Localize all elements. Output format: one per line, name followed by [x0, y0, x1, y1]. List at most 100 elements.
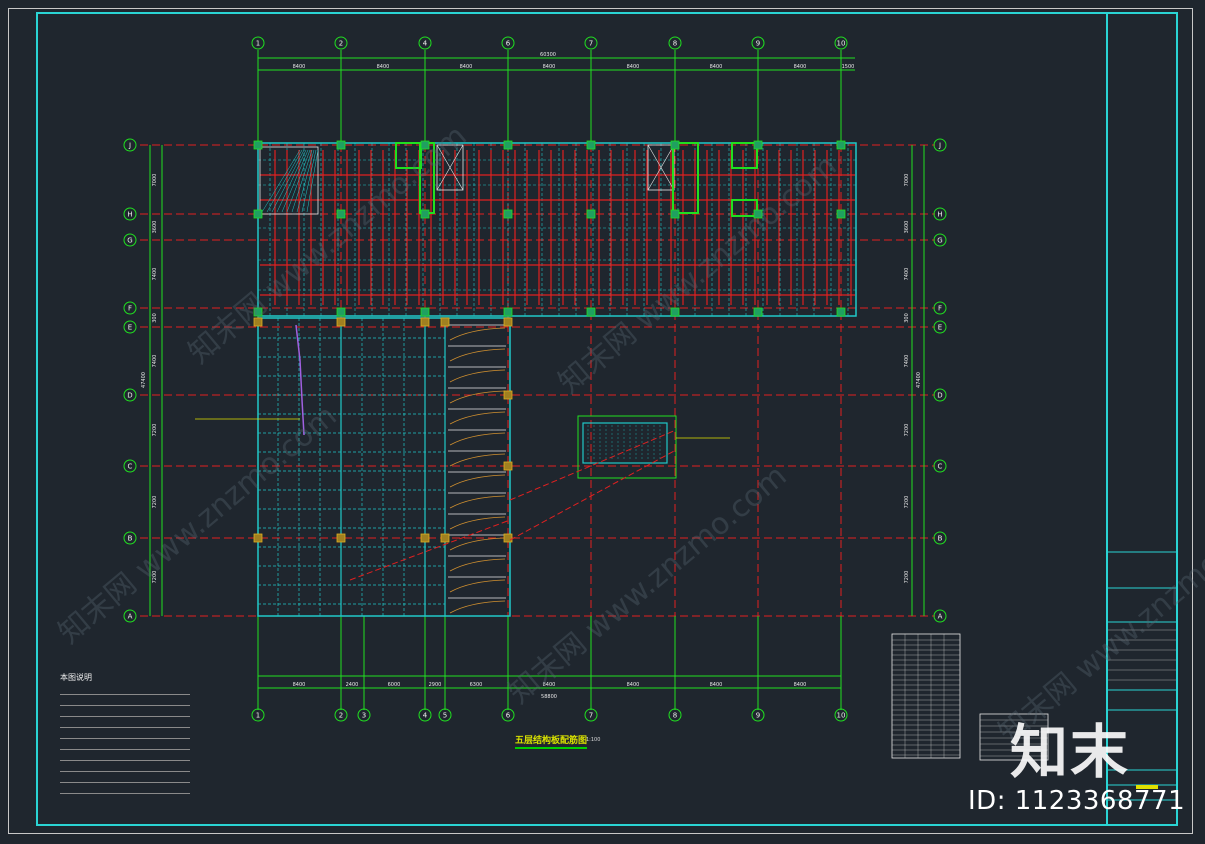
- note-line: [60, 784, 190, 794]
- dimension-label: 1500: [842, 64, 855, 70]
- dimension-label: 6000: [388, 682, 401, 688]
- dimension-label: 7000: [152, 174, 158, 187]
- notes-title: 本图说明: [60, 673, 92, 682]
- ramp-curve: [449, 495, 506, 509]
- lower-slab-outline: [257, 317, 511, 617]
- column: [253, 209, 263, 219]
- dimension-total: 58800: [541, 694, 557, 700]
- stair-hatch: [306, 149, 319, 213]
- dimension-label: 8400: [627, 682, 640, 688]
- ramp-curve: [449, 453, 506, 467]
- dimension-label: 8400: [543, 64, 556, 70]
- dimension-label: 8400: [794, 64, 807, 70]
- shear-wall: [419, 142, 435, 214]
- grid-bubble-bottom-label: 6: [506, 712, 511, 720]
- grid-bubble-right-label: D: [937, 392, 942, 400]
- shear-wall: [672, 142, 699, 214]
- column: [253, 140, 263, 150]
- grid-bubble-right-label: G: [937, 237, 942, 245]
- ramp-curve: [449, 432, 506, 446]
- column: [586, 140, 596, 150]
- grid-bubble-left-label: E: [128, 324, 132, 332]
- dimension-label: 7400: [152, 268, 158, 281]
- upper-slab-outline: [257, 142, 857, 317]
- grid-bubble-left-label: B: [128, 535, 133, 543]
- drawing-title: 五层结构板配筋图: [515, 733, 588, 749]
- opening: [582, 422, 668, 464]
- grid-bubble-right-label: J: [938, 142, 941, 150]
- grid-bubble-right-label: C: [938, 463, 943, 471]
- grid-bubble-left-label: A: [128, 613, 133, 621]
- dimension-total: 47400: [141, 372, 147, 388]
- note-line: [60, 707, 190, 717]
- column: [836, 140, 846, 150]
- rebar-annotation: [295, 324, 305, 436]
- column: [336, 209, 346, 219]
- dimension-label: 7200: [152, 496, 158, 509]
- column: [336, 317, 346, 327]
- dimension-label: 8400: [710, 682, 723, 688]
- ramp-curve: [449, 348, 506, 362]
- ramp-curve: [449, 579, 506, 593]
- dimension-label: 8400: [794, 682, 807, 688]
- ramp-curve: [449, 411, 506, 425]
- grid-bubble-top-label: 10: [837, 40, 846, 48]
- column: [336, 533, 346, 543]
- grid-bubble-top-label: 9: [756, 40, 760, 48]
- ramp-curve: [449, 474, 506, 488]
- column: [253, 317, 263, 327]
- column: [670, 209, 680, 219]
- grid-bubble-bottom-label: 3: [362, 712, 366, 720]
- column: [836, 307, 846, 317]
- column: [753, 307, 763, 317]
- leader-line: [349, 519, 511, 581]
- dimension-label: 8400: [543, 682, 556, 688]
- leader-line: [509, 429, 677, 501]
- column: [503, 140, 513, 150]
- note-line: [60, 729, 190, 739]
- dimension-label: 300: [152, 313, 158, 323]
- grid-bubble-top-label: 4: [423, 40, 428, 48]
- drawing-scale: 1:100: [586, 737, 601, 743]
- dimension-label: 300: [904, 313, 910, 323]
- grid-bubble-left-label: C: [128, 463, 133, 471]
- column: [503, 533, 513, 543]
- note-line: [60, 696, 190, 706]
- note-line: [60, 773, 190, 783]
- column: [253, 533, 263, 543]
- grid-bubble-right-label: H: [937, 211, 942, 219]
- grid-bubble-bottom-label: 8: [673, 712, 677, 720]
- ramp-curve: [449, 558, 506, 572]
- dimension-label: 7200: [904, 424, 910, 437]
- dimension-label: 8400: [460, 64, 473, 70]
- dimension-label: 3600: [904, 221, 910, 234]
- dimension-total: 47400: [916, 372, 922, 388]
- ramp-curve: [449, 600, 506, 614]
- dimension-total: 60300: [540, 52, 556, 58]
- dimension-label: 8400: [377, 64, 390, 70]
- column: [420, 209, 430, 219]
- grid-bubble-bottom-label: 4: [423, 712, 428, 720]
- column: [440, 317, 450, 327]
- grid-bubble-top-label: 8: [673, 40, 677, 48]
- column: [503, 307, 513, 317]
- grid-bubble-right-label: E: [938, 324, 942, 332]
- dimension-label: 7200: [152, 424, 158, 437]
- grid-bubble-bottom-label: 10: [837, 712, 846, 720]
- dimension-label: 2400: [346, 682, 359, 688]
- note-line: [60, 740, 190, 750]
- grid-bubble-right-label: F: [938, 305, 942, 313]
- ramp-curve: [449, 327, 506, 341]
- grid-bubble-left-label: G: [127, 237, 132, 245]
- grid-bubble-left-label: F: [128, 305, 132, 313]
- grid-bubble-bottom-label: 2: [339, 712, 343, 720]
- column: [336, 140, 346, 150]
- column: [586, 307, 596, 317]
- column: [670, 140, 680, 150]
- id-label: ID: 1123368771: [968, 786, 1186, 816]
- column: [586, 209, 596, 219]
- column: [253, 307, 263, 317]
- shear-wall: [395, 142, 422, 169]
- ramp-curve: [449, 516, 506, 530]
- stair-hatch: [276, 149, 307, 213]
